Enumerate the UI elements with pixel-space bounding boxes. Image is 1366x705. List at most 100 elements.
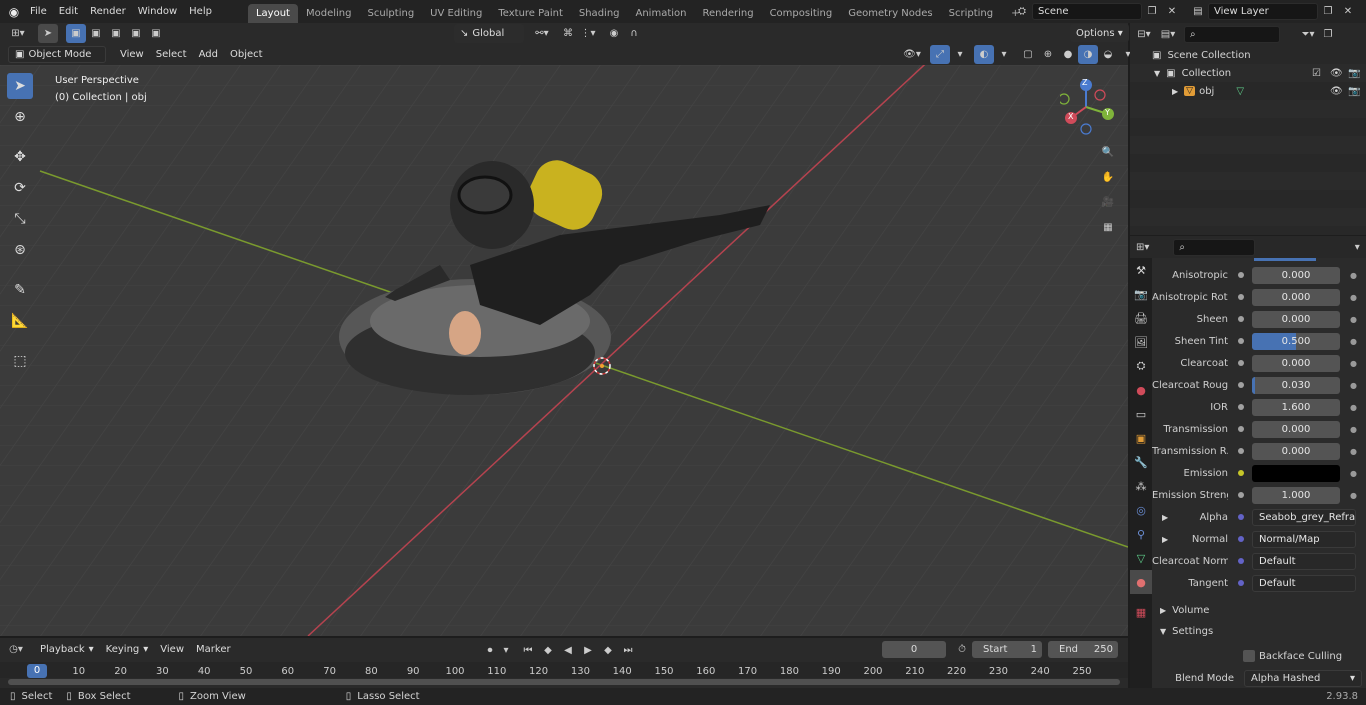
collection-visibility-icon[interactable]: 👁 bbox=[1330, 68, 1343, 79]
transform-tool-icon[interactable]: ⊛ bbox=[7, 237, 33, 263]
measure-tool-icon[interactable]: 📐 bbox=[7, 308, 33, 334]
tab-scripting[interactable]: Scripting bbox=[941, 4, 1001, 23]
overlays-toggle-icon[interactable]: ◐ bbox=[974, 45, 994, 64]
perspective-toggle-icon[interactable]: ▦ bbox=[1098, 216, 1118, 239]
object-visibility-icon[interactable]: 👁 bbox=[1330, 86, 1343, 97]
tab-texture-paint[interactable]: Texture Paint bbox=[490, 4, 571, 23]
socket-icon[interactable] bbox=[1236, 556, 1246, 566]
move-tool-icon[interactable]: ✥ bbox=[7, 144, 33, 170]
expand-collection-icon[interactable]: ▼ bbox=[1154, 69, 1160, 78]
viewport-menu-add[interactable]: Add bbox=[193, 43, 224, 66]
particles-tab-icon[interactable]: ⁂ bbox=[1130, 474, 1152, 498]
viewport-menu-select[interactable]: Select bbox=[150, 43, 193, 66]
navigation-gizmo[interactable]: Z Y X bbox=[1058, 77, 1120, 137]
linked-input-field[interactable]: Normal/Map bbox=[1252, 530, 1356, 548]
emission-color-swatch[interactable] bbox=[1252, 464, 1340, 482]
transform-orientation-dropdown[interactable]: ↘ Global bbox=[454, 24, 524, 43]
timeline-scrollbar[interactable] bbox=[8, 679, 1120, 685]
settings-panel-header[interactable]: ▼ Settings bbox=[1152, 621, 1366, 641]
select-mode-extend-icon[interactable]: ▣ bbox=[86, 24, 106, 43]
socket-icon[interactable] bbox=[1236, 490, 1246, 500]
visibility-icon[interactable]: 👁▾ bbox=[902, 45, 922, 64]
numeric-field[interactable]: 1.000 bbox=[1252, 486, 1340, 504]
numeric-field[interactable]: 0.030 bbox=[1252, 376, 1340, 394]
timeline-menu-playback[interactable]: Playback ▾ bbox=[34, 638, 100, 661]
pan-hand-icon[interactable]: ✋ bbox=[1098, 166, 1118, 189]
output-tab-icon[interactable]: 🖨 bbox=[1130, 306, 1152, 330]
shading-rendered-icon[interactable]: ◒ bbox=[1098, 45, 1118, 64]
texture-tab-icon[interactable]: ▦ bbox=[1130, 600, 1152, 624]
3d-viewport[interactable]: User Perspective (0) Collection | obj Z … bbox=[0, 65, 1128, 636]
numeric-field[interactable]: 0.500 bbox=[1252, 332, 1340, 350]
annotate-tool-icon[interactable]: ✎ bbox=[7, 277, 33, 303]
menu-window[interactable]: Window bbox=[132, 0, 183, 23]
timeline-menu-view[interactable]: View bbox=[154, 638, 190, 661]
socket-icon[interactable] bbox=[1236, 534, 1246, 544]
socket-icon[interactable] bbox=[1236, 402, 1246, 412]
socket-icon[interactable] bbox=[1236, 358, 1246, 368]
tab-layout[interactable]: Layout bbox=[247, 4, 298, 23]
scene-icon[interactable]: ⛭ bbox=[1012, 2, 1032, 21]
play-icon[interactable]: ▶ bbox=[578, 641, 598, 660]
scene-name-field[interactable]: Scene bbox=[1032, 3, 1142, 20]
modifier-tab-icon[interactable]: 🔧 bbox=[1130, 450, 1152, 474]
end-frame-field[interactable]: End 250 bbox=[1048, 641, 1118, 658]
socket-icon[interactable] bbox=[1236, 468, 1246, 478]
stopwatch-icon[interactable]: ⏱ bbox=[952, 640, 972, 659]
expand-input-icon[interactable]: ▶ bbox=[1162, 535, 1168, 544]
select-mode-subtract-icon[interactable]: ▣ bbox=[106, 24, 126, 43]
new-scene-icon[interactable]: ❐ bbox=[1142, 2, 1162, 21]
add-cube-tool-icon[interactable]: ⬚ bbox=[7, 348, 33, 374]
properties-editor-type-icon[interactable]: ⊞▾ bbox=[1134, 238, 1151, 257]
snap-target-icon[interactable]: ⋮▾ bbox=[578, 24, 598, 43]
numeric-field[interactable]: 1.600 bbox=[1252, 398, 1340, 416]
tab-modeling[interactable]: Modeling bbox=[298, 4, 360, 23]
proportional-falloff-icon[interactable]: ∩ bbox=[624, 24, 644, 43]
jump-end-icon[interactable]: ⏭ bbox=[618, 641, 638, 660]
prev-keyframe-icon[interactable]: ◆ bbox=[538, 641, 558, 660]
linked-input-field[interactable]: Default bbox=[1252, 574, 1356, 592]
blend-mode-dropdown[interactable]: Alpha Hashed ▾ bbox=[1244, 669, 1362, 687]
socket-icon[interactable] bbox=[1236, 270, 1246, 280]
menu-edit[interactable]: Edit bbox=[53, 0, 84, 23]
outliner-editor-type-icon[interactable]: ⊟▾ bbox=[1134, 25, 1154, 44]
numeric-field[interactable]: 0.000 bbox=[1252, 420, 1340, 438]
data-tab-icon[interactable]: ▽ bbox=[1130, 546, 1152, 570]
select-box-tool-icon[interactable]: ➤ bbox=[7, 73, 33, 99]
exclude-checkbox-icon[interactable]: ☑ bbox=[1312, 68, 1321, 79]
keyframe-dot-icon[interactable]: ● bbox=[1350, 359, 1357, 368]
select-mode-set-icon[interactable]: ▣ bbox=[66, 24, 86, 43]
start-frame-field[interactable]: Start 1 bbox=[972, 641, 1042, 658]
cursor-tool-icon[interactable]: ⊕ bbox=[7, 104, 33, 130]
outliner-row-obj[interactable]: ▶ ▽ obj ▽ 👁 📷 bbox=[1130, 82, 1366, 100]
new-collection-icon[interactable]: ❐ bbox=[1318, 25, 1338, 44]
tab-rendering[interactable]: Rendering bbox=[694, 4, 761, 23]
pivot-point-icon[interactable]: ⚯▾ bbox=[532, 24, 552, 43]
socket-icon[interactable] bbox=[1236, 578, 1246, 588]
rotate-tool-icon[interactable]: ⟳ bbox=[7, 175, 33, 201]
view-layer-tab-icon[interactable]: 🖼 bbox=[1130, 330, 1152, 354]
jump-start-icon[interactable]: ⏮ bbox=[518, 641, 538, 660]
linked-input-field[interactable]: Default bbox=[1252, 552, 1356, 570]
numeric-field[interactable]: 0.000 bbox=[1252, 288, 1340, 306]
next-keyframe-icon[interactable]: ◆ bbox=[598, 641, 618, 660]
numeric-field[interactable]: 0.000 bbox=[1252, 354, 1340, 372]
expand-input-icon[interactable]: ▶ bbox=[1162, 513, 1168, 522]
socket-icon[interactable] bbox=[1236, 336, 1246, 346]
proportional-edit-icon[interactable]: ◉ bbox=[604, 24, 624, 43]
keyframe-dot-icon[interactable]: ● bbox=[1350, 447, 1357, 456]
snap-toggle-icon[interactable]: ⌘ bbox=[558, 24, 578, 43]
timeline-editor-type-icon[interactable]: ◷▾ bbox=[6, 640, 26, 659]
physics-tab-icon[interactable]: ◎ bbox=[1130, 498, 1152, 522]
menu-render[interactable]: Render bbox=[84, 0, 132, 23]
outliner-display-mode-icon[interactable]: ▤▾ bbox=[1158, 25, 1178, 44]
world-tab-icon[interactable]: ● bbox=[1130, 378, 1152, 402]
gizmo-dropdown-icon[interactable]: ▾ bbox=[950, 45, 970, 64]
delete-scene-icon[interactable]: ✕ bbox=[1162, 2, 1182, 21]
tool-tab-icon[interactable]: ⚒ bbox=[1130, 258, 1152, 282]
keyframe-dot-icon[interactable]: ● bbox=[1350, 293, 1357, 302]
keyframe-dot-icon[interactable]: ● bbox=[1350, 403, 1357, 412]
collection-tab-icon[interactable]: ▭ bbox=[1130, 402, 1152, 426]
timeline-menu-marker[interactable]: Marker bbox=[190, 638, 237, 661]
outliner-search-input[interactable]: ⌕ bbox=[1184, 25, 1280, 43]
